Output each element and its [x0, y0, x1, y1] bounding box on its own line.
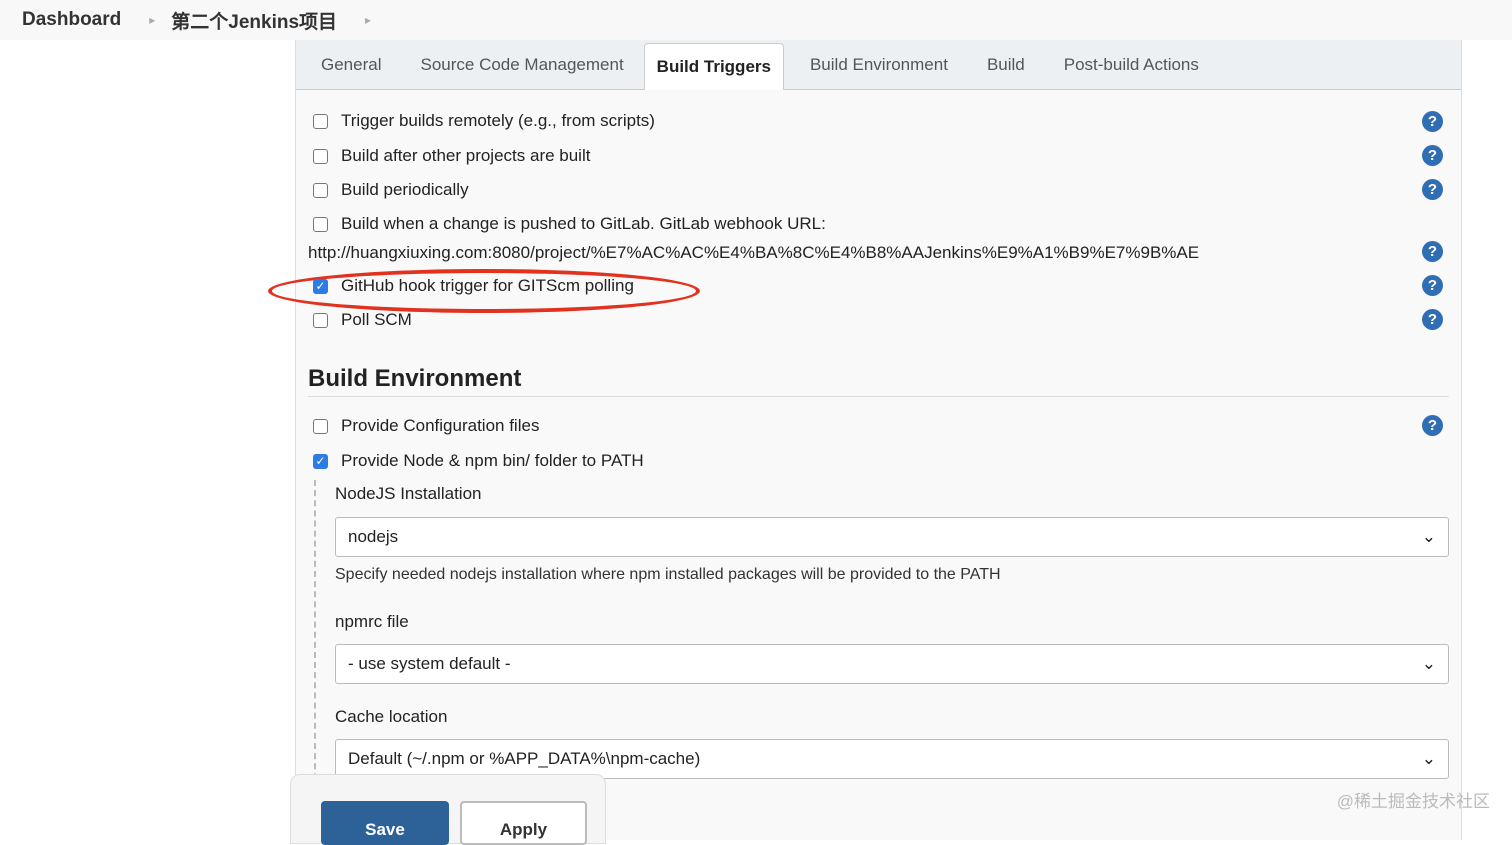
trigger-label: Build after other projects are built [341, 146, 591, 165]
help-icon[interactable]: ? [1422, 275, 1443, 296]
checkbox[interactable] [313, 216, 328, 232]
gitlab-webhook-url: http://huangxiuxing.com:8080/project/%E7… [308, 243, 1200, 262]
tab-general[interactable]: General [302, 55, 401, 89]
trigger-poll-scm[interactable]: Poll SCM [313, 310, 412, 330]
config-tabs: General Source Code Management Build Tri… [296, 40, 1461, 90]
chevron-right-icon[interactable]: ▸ [365, 13, 371, 27]
chevron-down-icon: ⌄ [1421, 749, 1436, 768]
npmrc-file-select[interactable]: - use system default - ⌄ [335, 644, 1449, 684]
checkbox-checked[interactable]: ✓ [313, 453, 328, 469]
trigger-remote[interactable]: Trigger builds remotely (e.g., from scri… [313, 111, 655, 131]
option-label: Provide Configuration files [341, 416, 540, 435]
help-icon[interactable]: ? [1422, 179, 1443, 200]
section-title-build-environment: Build Environment [308, 365, 522, 392]
tab-post-build-actions[interactable]: Post-build Actions [1045, 55, 1219, 89]
cache-location-select[interactable]: Default (~/.npm or %APP_DATA%\npm-cache)… [335, 739, 1449, 779]
tab-build-triggers[interactable]: Build Triggers [643, 43, 784, 90]
tab-source-code-management[interactable]: Source Code Management [401, 55, 643, 89]
cache-location-label: Cache location [335, 707, 448, 726]
breadcrumb-project[interactable]: 第二个Jenkins项目 [171, 7, 337, 34]
option-provide-config-files[interactable]: Provide Configuration files [313, 416, 539, 436]
trigger-label: GitHub hook trigger for GITScm polling [341, 276, 634, 295]
help-icon[interactable]: ? [1422, 111, 1443, 132]
npmrc-file-label: npmrc file [335, 612, 409, 631]
divider [308, 396, 1449, 397]
breadcrumb-dashboard[interactable]: Dashboard [22, 9, 121, 31]
option-provide-node[interactable]: ✓ Provide Node & npm bin/ folder to PATH [313, 451, 644, 471]
help-icon[interactable]: ? [1422, 309, 1443, 330]
chevron-down-icon: ⌄ [1421, 527, 1436, 546]
breadcrumb-bar: Dashboard ▸ 第二个Jenkins项目 ▸ [0, 0, 1512, 40]
trigger-gitlab[interactable]: Build when a change is pushed to GitLab.… [313, 214, 826, 234]
checkbox[interactable] [313, 312, 328, 328]
apply-button[interactable]: Apply [460, 801, 587, 845]
checkbox[interactable] [313, 182, 328, 198]
bottom-button-bar: Save Apply [290, 774, 606, 845]
trigger-label: Build when a change is pushed to GitLab.… [341, 214, 826, 233]
watermark: @稀土掘金技术社区 [1336, 792, 1490, 811]
tab-build-environment[interactable]: Build Environment [784, 55, 968, 89]
nodejs-installation-description: Specify needed nodejs installation where… [335, 566, 1001, 583]
nodejs-installation-label: NodeJS Installation [335, 484, 482, 503]
chevron-right-icon: ▸ [149, 13, 156, 27]
help-icon[interactable]: ? [1422, 241, 1443, 262]
trigger-label: Build periodically [341, 180, 469, 199]
trigger-label: Trigger builds remotely (e.g., from scri… [341, 111, 655, 130]
config-panel: General Source Code Management Build Tri… [268, 40, 1462, 840]
help-icon[interactable]: ? [1422, 145, 1443, 166]
trigger-after-other-projects[interactable]: Build after other projects are built [313, 146, 590, 166]
option-label: Provide Node & npm bin/ folder to PATH [341, 451, 644, 470]
save-button[interactable]: Save [321, 801, 449, 845]
trigger-github-hook[interactable]: ✓ GitHub hook trigger for GITScm polling [313, 276, 634, 296]
chevron-down-icon: ⌄ [1421, 654, 1436, 673]
nodejs-installation-select[interactable]: nodejs ⌄ [335, 517, 1449, 557]
checkbox-checked[interactable]: ✓ [313, 278, 328, 294]
help-icon[interactable]: ? [1422, 415, 1443, 436]
select-value: nodejs [348, 527, 399, 546]
select-value: Default (~/.npm or %APP_DATA%\npm-cache) [348, 749, 701, 768]
checkbox[interactable] [313, 113, 328, 129]
trigger-label: Poll SCM [341, 310, 412, 329]
select-value: - use system default - [348, 654, 511, 673]
checkbox[interactable] [313, 148, 328, 164]
checkbox[interactable] [313, 418, 328, 434]
trigger-periodically[interactable]: Build periodically [313, 180, 469, 200]
tab-build[interactable]: Build [968, 55, 1045, 89]
